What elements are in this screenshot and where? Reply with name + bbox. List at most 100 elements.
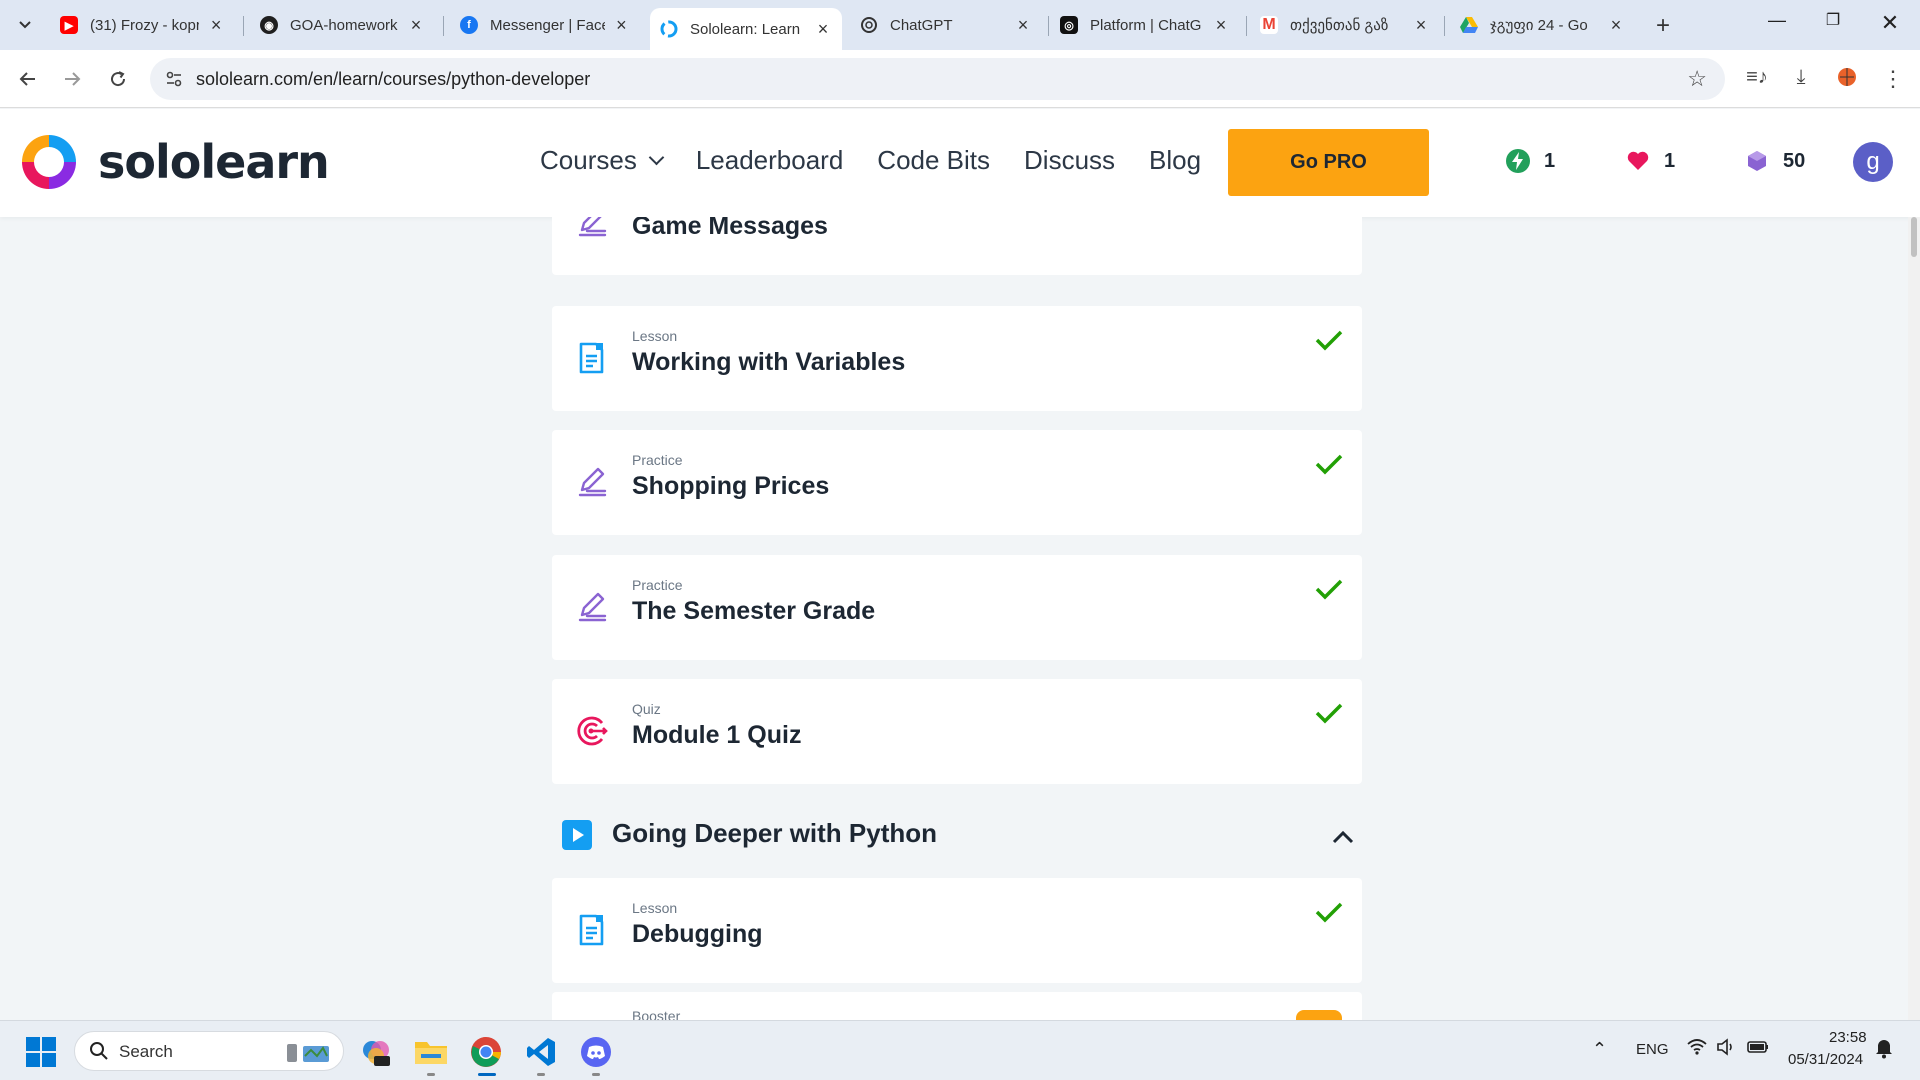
copilot-icon[interactable] bbox=[359, 1035, 393, 1069]
page-scrollbar[interactable] bbox=[1908, 217, 1920, 1020]
gem-icon bbox=[1748, 151, 1766, 171]
search-icon bbox=[89, 1041, 109, 1066]
tab-title: ჯგუფი 24 - Go bbox=[1490, 17, 1588, 34]
battery-icon[interactable] bbox=[1746, 1037, 1770, 1061]
notification-bell-icon[interactable] bbox=[1874, 1037, 1894, 1063]
browser-tab-messenger[interactable]: f Messenger | Face × bbox=[450, 8, 640, 42]
browser-toolbar: sololearn.com/en/learn/courses/python-de… bbox=[0, 50, 1920, 108]
browser-tab-drive[interactable]: ჯგუფი 24 - Go × bbox=[1450, 8, 1635, 42]
bookmark-star-icon[interactable]: ☆ bbox=[1687, 66, 1707, 92]
checkmark-icon bbox=[1315, 330, 1343, 351]
active-indicator bbox=[478, 1073, 496, 1076]
streak-count: 1 bbox=[1544, 149, 1556, 172]
chevron-up-icon[interactable] bbox=[1328, 822, 1358, 852]
site-settings-icon[interactable] bbox=[164, 69, 184, 89]
main-nav: Courses Leaderboard Code Bits Discuss Bl… bbox=[540, 145, 1201, 176]
list-item[interactable]: Practice The Semester Grade bbox=[552, 555, 1362, 660]
browser-tab-sololearn[interactable]: Sololearn: Learn × bbox=[650, 8, 842, 50]
clock-time[interactable]: 23:58 bbox=[1829, 1029, 1867, 1046]
volume-icon[interactable] bbox=[1716, 1037, 1736, 1061]
item-kind: Lesson bbox=[632, 900, 678, 916]
address-bar[interactable]: sololearn.com/en/learn/courses/python-de… bbox=[150, 58, 1725, 100]
item-title: The Semester Grade bbox=[632, 597, 876, 625]
running-indicator bbox=[427, 1073, 435, 1076]
close-icon[interactable]: × bbox=[613, 15, 630, 36]
gems-counter[interactable]: 50 bbox=[1745, 149, 1805, 173]
close-icon[interactable]: × bbox=[814, 19, 832, 40]
close-icon[interactable]: × bbox=[1014, 15, 1032, 36]
taskbar-search[interactable]: Search bbox=[74, 1031, 344, 1071]
list-item[interactable]: Lesson Working with Variables bbox=[552, 306, 1362, 411]
scrollbar-thumb[interactable] bbox=[1911, 217, 1917, 257]
streak-counter[interactable]: 1 bbox=[1506, 149, 1555, 173]
item-kind: Lesson bbox=[632, 328, 678, 344]
vscode-icon[interactable] bbox=[524, 1035, 558, 1069]
facebook-icon: f bbox=[460, 16, 478, 34]
tab-title: (31) Frozy - kopr bbox=[90, 16, 200, 34]
browser-tab-chatgpt[interactable]: ChatGPT × bbox=[850, 8, 1042, 42]
list-item[interactable]: Booster bbox=[552, 992, 1362, 1020]
hearts-counter[interactable]: 1 bbox=[1626, 149, 1675, 173]
extension-icon[interactable] bbox=[1834, 66, 1860, 94]
forward-button[interactable] bbox=[57, 64, 87, 94]
sololearn-logo-icon bbox=[22, 135, 76, 189]
chrome-icon[interactable] bbox=[469, 1035, 503, 1069]
list-item[interactable]: Quiz Module 1 Quiz bbox=[552, 679, 1362, 784]
close-icon[interactable]: × bbox=[407, 15, 425, 36]
tab-search-button[interactable] bbox=[10, 10, 40, 40]
download-icon[interactable]: ⤓ bbox=[1788, 66, 1814, 89]
browser-tab-github[interactable]: ◉ GOA-homework × bbox=[250, 8, 435, 42]
reload-button[interactable] bbox=[103, 64, 133, 94]
sololearn-logo[interactable]: sololearn bbox=[18, 131, 330, 193]
url-text[interactable]: sololearn.com/en/learn/courses/python-de… bbox=[196, 69, 590, 90]
checkmark-icon bbox=[1315, 703, 1343, 724]
windows-start-icon[interactable] bbox=[26, 1037, 56, 1067]
chevron-up-icon[interactable]: ⌃ bbox=[1592, 1039, 1607, 1060]
lesson-document-icon bbox=[579, 342, 604, 374]
gems-count: 50 bbox=[1783, 149, 1806, 172]
search-highlight-icon bbox=[283, 1040, 335, 1070]
tab-separator bbox=[1048, 16, 1049, 36]
tab-title: ChatGPT bbox=[890, 16, 953, 34]
new-tab-button[interactable]: + bbox=[1650, 12, 1676, 40]
lightning-icon bbox=[1506, 149, 1530, 173]
close-window-button[interactable]: ✕ bbox=[1875, 10, 1905, 36]
close-icon[interactable]: × bbox=[1412, 15, 1430, 36]
course-content: Game Messages Lesson Working with Variab… bbox=[0, 217, 1920, 1020]
chevron-down-icon bbox=[648, 149, 665, 166]
nav-courses[interactable]: Courses bbox=[540, 145, 665, 176]
go-pro-button[interactable]: Go PRO bbox=[1228, 129, 1429, 196]
nav-leaderboard[interactable]: Leaderboard bbox=[696, 145, 843, 176]
nav-code-bits[interactable]: Code Bits bbox=[877, 145, 990, 176]
practice-pencil-icon bbox=[578, 467, 607, 497]
module-header[interactable]: Going Deeper with Python bbox=[552, 805, 1362, 865]
close-icon[interactable]: × bbox=[1607, 15, 1625, 36]
close-icon[interactable]: × bbox=[207, 15, 225, 36]
browser-tab-youtube[interactable]: ▶ (31) Frozy - kopr × bbox=[50, 8, 235, 42]
media-controls-icon[interactable]: ≡♪ bbox=[1744, 66, 1770, 89]
nav-blog[interactable]: Blog bbox=[1149, 145, 1201, 176]
list-item[interactable]: Practice Shopping Prices bbox=[552, 430, 1362, 535]
back-button[interactable] bbox=[13, 64, 43, 94]
reload-icon bbox=[111, 71, 126, 87]
browser-tab-platform[interactable]: ◎ Platform | ChatG × bbox=[1050, 8, 1240, 42]
more-menu-icon[interactable]: ⋮ bbox=[1880, 66, 1906, 92]
list-item[interactable]: Game Messages bbox=[552, 217, 1362, 275]
item-title: Shopping Prices bbox=[632, 472, 830, 500]
nav-discuss[interactable]: Discuss bbox=[1024, 145, 1115, 176]
browser-tab-gmail[interactable]: M თქვენთან გაზ × bbox=[1250, 8, 1440, 42]
tab-title: თქვენთან გაზ bbox=[1290, 17, 1389, 34]
clock-date[interactable]: 05/31/2024 bbox=[1788, 1051, 1863, 1068]
item-kind: Booster bbox=[632, 1008, 681, 1020]
item-kind: Quiz bbox=[632, 701, 661, 717]
wifi-icon[interactable] bbox=[1686, 1037, 1708, 1061]
input-language[interactable]: ENG bbox=[1636, 1041, 1669, 1058]
tab-title: Messenger | Face bbox=[490, 16, 605, 34]
file-explorer-icon[interactable] bbox=[414, 1035, 448, 1069]
discord-icon[interactable] bbox=[579, 1035, 613, 1069]
restore-button[interactable]: ❐ bbox=[1818, 10, 1848, 30]
minimize-button[interactable]: — bbox=[1762, 10, 1792, 31]
avatar[interactable]: g bbox=[1853, 142, 1893, 182]
list-item[interactable]: Lesson Debugging bbox=[552, 878, 1362, 983]
close-icon[interactable]: × bbox=[1212, 15, 1230, 36]
